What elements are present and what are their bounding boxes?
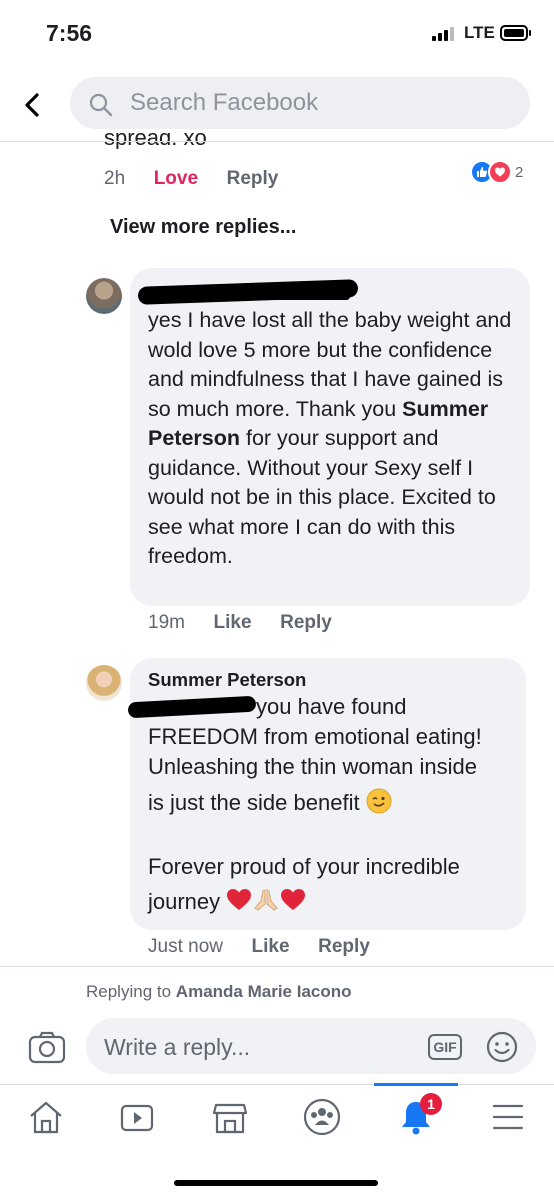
network-label: LTE: [464, 23, 495, 42]
gif-button[interactable]: GIF: [428, 1034, 462, 1060]
reaction-summary[interactable]: 2: [470, 160, 523, 184]
marketplace-icon[interactable]: [210, 1097, 250, 1137]
redacted-name-stroke: [200, 293, 350, 300]
comment-time: 2h: [104, 168, 126, 189]
praying-hands-icon: [252, 888, 280, 918]
winking-face-icon: [366, 788, 392, 820]
like-button[interactable]: Like: [252, 936, 290, 957]
composer-divider: [0, 966, 554, 967]
signal-icon: [432, 27, 454, 41]
menu-icon[interactable]: [488, 1097, 528, 1137]
red-heart-icon: [280, 888, 306, 918]
search-input[interactable]: Search Facebook: [130, 89, 318, 117]
comment-text-line: Forever proud of your incredible: [148, 854, 460, 879]
reply-button[interactable]: Reply: [280, 612, 332, 633]
love-reaction-icon: [488, 160, 512, 184]
comment-time: 19m: [148, 612, 185, 633]
red-heart-icon: [226, 888, 252, 918]
comment-text-part: journey: [148, 888, 221, 914]
view-more-replies-link[interactable]: View more replies...: [110, 216, 296, 239]
comment-text-part: is just the side benefit: [148, 789, 360, 815]
search-icon: [88, 92, 114, 123]
love-button[interactable]: Love: [154, 168, 198, 189]
comment-meta: 19m Like Reply: [148, 612, 332, 634]
notification-badge: 1: [420, 1093, 442, 1115]
replying-to-name[interactable]: Amanda Marie Iacono: [176, 982, 352, 1001]
tab-bar-divider: [0, 1084, 554, 1085]
previous-comment-meta: 2h Love Reply: [104, 168, 278, 190]
comment-text-line: Unleashing the thin woman inside: [148, 754, 477, 779]
comment-text-line: journey: [148, 888, 306, 918]
comment-text-line: you have found: [256, 694, 407, 719]
like-button[interactable]: Like: [214, 612, 252, 633]
reply-button[interactable]: Reply: [318, 936, 370, 957]
camera-icon[interactable]: [28, 1030, 66, 1069]
home-indicator: [174, 1180, 378, 1186]
back-icon[interactable]: [18, 90, 48, 120]
comment-text: yes I have lost all the baby weight and …: [148, 306, 520, 572]
reply-button[interactable]: Reply: [227, 168, 279, 189]
avatar[interactable]: [86, 665, 122, 701]
status-time: 7:56: [46, 20, 93, 46]
comment-text-line: FREEDOM from emotional eating!: [148, 724, 482, 749]
watch-icon[interactable]: [117, 1097, 157, 1137]
comment-text-line: is just the side benefit: [148, 788, 392, 820]
reaction-count: 2: [515, 163, 524, 181]
comment-author[interactable]: Summer Peterson: [148, 669, 306, 691]
header-divider: [0, 141, 554, 142]
reply-input-placeholder[interactable]: Write a reply...: [104, 1034, 250, 1061]
comment-meta: Just now Like Reply: [148, 936, 370, 958]
battery-icon: [500, 25, 531, 41]
groups-icon[interactable]: [302, 1097, 342, 1137]
active-tab-indicator: [374, 1083, 458, 1086]
comment-time: Just now: [148, 936, 223, 957]
replying-prefix: Replying to: [86, 982, 172, 1001]
avatar[interactable]: [86, 278, 122, 314]
home-icon[interactable]: [26, 1097, 66, 1137]
emoji-icon[interactable]: [486, 1031, 518, 1068]
replying-to-label: Replying to Amanda Marie Iacono: [86, 982, 352, 1002]
